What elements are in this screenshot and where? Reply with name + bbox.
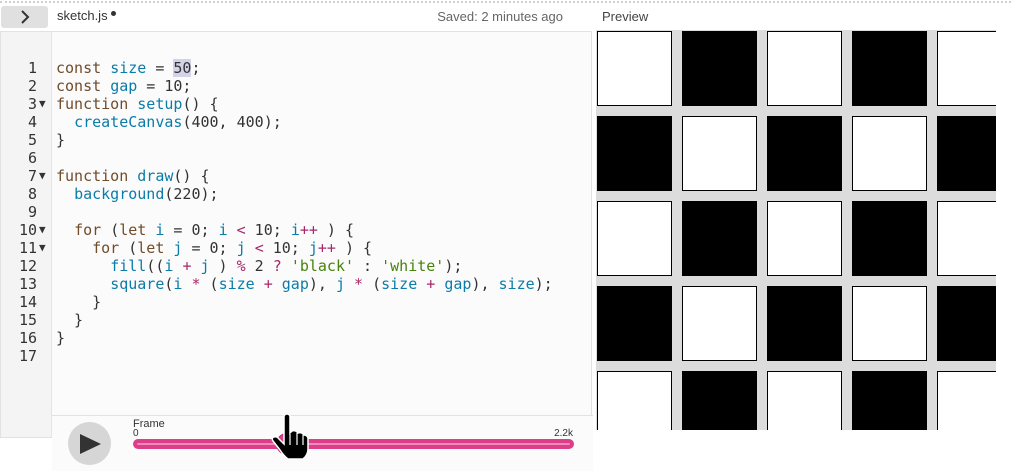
fold-arrow-icon[interactable]: ▼ xyxy=(39,221,46,239)
line-number: 5 xyxy=(27,131,37,149)
line-number: 1 xyxy=(27,59,37,77)
unsaved-indicator xyxy=(111,11,116,16)
code-text: const size = 50; xyxy=(56,59,201,77)
preview-square xyxy=(597,371,672,430)
slider-track xyxy=(137,443,570,445)
line-number: 3 xyxy=(27,95,37,113)
hand-cursor-icon xyxy=(271,413,309,460)
code-text: for (let j = 0; j < 10; j++ ) { xyxy=(92,239,373,257)
preview-square xyxy=(852,31,927,106)
preview-square xyxy=(852,371,927,430)
line-number: 6 xyxy=(27,149,37,167)
sidebar-toggle-button[interactable] xyxy=(1,6,48,28)
preview-square xyxy=(682,116,757,191)
play-button[interactable] xyxy=(68,422,111,465)
preview-square xyxy=(852,116,927,191)
preview-square xyxy=(767,31,842,106)
top-border xyxy=(0,1,1011,3)
code-text: } xyxy=(56,311,84,329)
fold-arrow-icon[interactable]: ▼ xyxy=(39,239,46,257)
line-number: 12 xyxy=(18,257,37,275)
preview-square xyxy=(937,286,996,361)
code-editor[interactable]: 1 const size = 50; 2 const gap = 10; 3 ▼ funct… xyxy=(0,31,593,471)
line-number: 14 xyxy=(18,293,37,311)
preview-square xyxy=(597,31,672,106)
code-text: background(220); xyxy=(74,185,219,203)
frame-min: 0 xyxy=(133,428,139,439)
line-number: 8 xyxy=(27,185,37,203)
code-text: } xyxy=(56,293,102,311)
line-number: 11 xyxy=(18,239,37,257)
line-number: 2 xyxy=(27,77,37,95)
line-number: 9 xyxy=(27,203,37,221)
code-text: function draw() { xyxy=(56,167,210,185)
preview-label: Preview xyxy=(602,9,649,24)
line-number: 17 xyxy=(18,347,37,365)
preview-square xyxy=(852,201,927,276)
chevron-right-icon xyxy=(20,10,29,24)
line-number: 7 xyxy=(27,167,37,185)
fold-arrow-icon[interactable]: ▼ xyxy=(39,95,46,113)
preview-square xyxy=(597,116,672,191)
preview-square xyxy=(597,201,672,276)
frame-max: 2.2k xyxy=(554,428,573,439)
line-number: 13 xyxy=(18,275,37,293)
code-text: function setup() { xyxy=(56,95,219,113)
preview-square xyxy=(767,371,842,430)
code-text: } xyxy=(56,329,66,347)
line-number: 10 xyxy=(18,221,37,239)
playback-controls: Frame 0 2.2k xyxy=(52,415,593,471)
preview-square xyxy=(937,201,996,276)
preview-canvas[interactable] xyxy=(596,30,996,430)
preview-square xyxy=(852,286,927,361)
line-number: 16 xyxy=(18,329,37,347)
code-text: for (let i = 0; i < 10; i++ ) { xyxy=(74,221,355,239)
preview-square xyxy=(767,286,842,361)
preview-square xyxy=(682,31,757,106)
code-text: fill((i + j ) % 2 ? 'black' : 'white'); xyxy=(110,257,463,275)
line-number: 15 xyxy=(18,311,37,329)
fold-arrow-icon[interactable]: ▼ xyxy=(39,167,46,185)
frame-slider[interactable] xyxy=(133,439,574,449)
code-text: const gap = 10; xyxy=(56,77,192,95)
file-tab[interactable]: sketch.js xyxy=(57,8,108,23)
code-text: square(i * (size + gap), j * (size + gap… xyxy=(110,275,553,293)
preview-square xyxy=(937,31,996,106)
line-number: 4 xyxy=(27,113,37,131)
preview-square xyxy=(767,201,842,276)
preview-square xyxy=(937,116,996,191)
code-text: createCanvas(400, 400); xyxy=(74,113,282,131)
preview-square xyxy=(937,371,996,430)
preview-square xyxy=(682,201,757,276)
play-icon xyxy=(79,433,101,454)
preview-square xyxy=(767,116,842,191)
preview-square xyxy=(682,371,757,430)
saved-status: Saved: 2 minutes ago xyxy=(437,9,563,24)
code-text: } xyxy=(56,131,66,149)
preview-square xyxy=(597,286,672,361)
preview-square xyxy=(682,286,757,361)
